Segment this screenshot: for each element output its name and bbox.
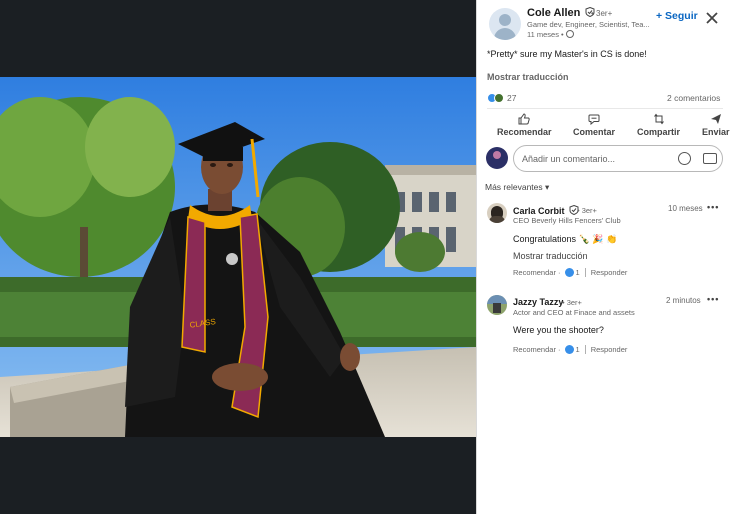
comment-like-button[interactable]: Recomendar ·	[513, 268, 561, 277]
commenter-name-text[interactable]: Carla Corbit	[513, 206, 565, 216]
author-name[interactable]: Cole Allen	[527, 7, 595, 19]
send-action-button[interactable]: Enviar	[702, 113, 730, 137]
post-time-text: 11 meses •	[527, 30, 564, 39]
author-headline: Game dev, Engineer, Scientist, Tea...	[527, 20, 650, 29]
comment-input-placeholder: Añadir un comentario...	[522, 154, 616, 164]
comment-icon	[588, 114, 600, 125]
post-text: *Pretty* sure my Master's in CS is done!	[487, 49, 647, 59]
comment-like-count[interactable]: 1	[576, 268, 580, 277]
comment-reply-button[interactable]: Responder	[591, 268, 628, 277]
comments-count[interactable]: 2 comentarios	[667, 93, 720, 103]
commenter-degree: • 3er+	[577, 206, 597, 215]
show-translation-link[interactable]: Mostrar traducción	[487, 72, 569, 82]
chevron-down-icon: ▾	[545, 182, 550, 192]
like-action-label: Recomendar	[497, 127, 552, 137]
author-avatar[interactable]	[489, 8, 521, 40]
like-reaction-icon	[564, 345, 574, 354]
reaction-count[interactable]: 27	[507, 93, 516, 103]
divider	[584, 345, 586, 354]
comment-like-count[interactable]: 1	[576, 345, 580, 354]
photo-viewer: CLASS	[0, 0, 476, 514]
thumbs-up-icon	[518, 113, 530, 125]
commenter-avatar[interactable]	[487, 203, 507, 223]
celebrate-reaction-icon	[494, 93, 504, 103]
author-degree: • 3er+	[591, 9, 613, 18]
current-user-avatar[interactable]	[486, 147, 508, 169]
comment-translation-link[interactable]: Mostrar traducción	[513, 251, 588, 261]
repost-action-label: Compartir	[637, 127, 681, 137]
commenter-headline: CEO Beverly Hills Fencers' Club	[513, 216, 621, 225]
comment-actions: Recomendar · 1 Responder	[513, 268, 627, 277]
image-icon[interactable]	[703, 153, 717, 164]
sort-dropdown[interactable]: Más relevantes ▾	[485, 182, 549, 193]
repost-action-button[interactable]: Compartir	[637, 113, 680, 137]
comment-action-label: Comentar	[573, 127, 616, 137]
post-photo[interactable]: CLASS	[0, 77, 476, 437]
comment-input[interactable]: Añadir un comentario...	[513, 145, 723, 172]
comment-reply-button[interactable]: Responder	[591, 345, 628, 354]
comment-action-button[interactable]: Comentar	[573, 113, 615, 137]
like-action-button[interactable]: Recomendar	[497, 113, 552, 137]
comment-actions: Recomendar · 1 Responder	[513, 345, 627, 354]
post-time: 11 meses •	[527, 30, 574, 39]
commenter-headline: Actor and CEO at Finace and assets	[513, 308, 635, 317]
comment-time: 10 meses	[668, 204, 703, 213]
sort-label: Más relevantes	[485, 182, 543, 192]
commenter-name[interactable]: Jazzy Tazzy	[513, 297, 563, 307]
send-action-label: Enviar	[702, 127, 730, 137]
send-icon	[710, 114, 721, 124]
comment-like-button[interactable]: Recomendar ·	[513, 345, 561, 354]
divider	[584, 268, 586, 277]
close-icon[interactable]	[705, 11, 719, 25]
commenter-name[interactable]: Carla Corbit	[513, 205, 579, 216]
emoji-icon[interactable]	[678, 152, 691, 165]
comment-more-button[interactable]: •••	[707, 202, 719, 212]
globe-icon	[565, 30, 574, 38]
comment-more-button[interactable]: •••	[707, 294, 719, 304]
graduation-photo: CLASS	[0, 77, 476, 437]
follow-button[interactable]: + Seguir	[656, 10, 698, 22]
repost-icon	[653, 113, 664, 125]
author-name-text[interactable]: Cole Allen	[527, 7, 580, 19]
commenter-avatar[interactable]	[487, 295, 507, 315]
divider	[487, 108, 723, 109]
commenter-degree: • 3er+	[562, 298, 582, 307]
comment-text: Were you the shooter?	[513, 325, 604, 335]
comment-text: Congratulations 🍾 🎉 👏	[513, 234, 618, 244]
comment-time: 2 minutos	[666, 296, 701, 305]
like-reaction-icon	[564, 268, 574, 277]
